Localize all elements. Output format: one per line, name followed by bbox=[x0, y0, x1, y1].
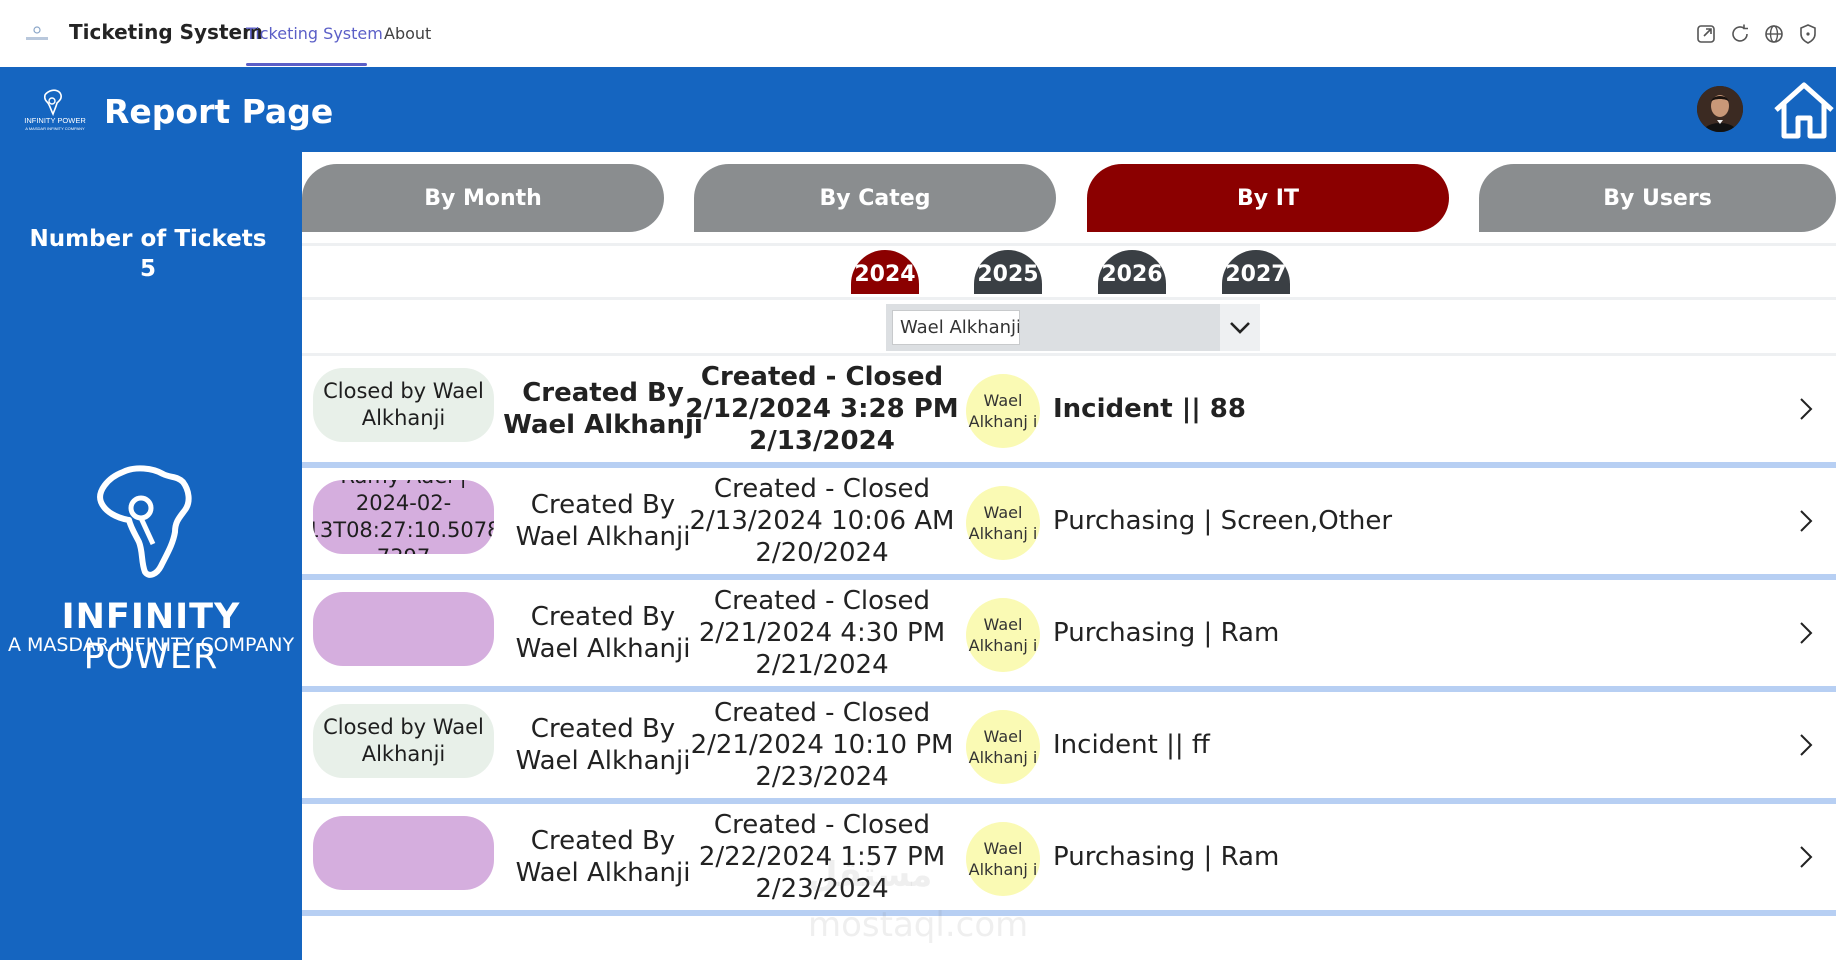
created-by: Created By Wael Alkhanji bbox=[492, 468, 714, 574]
dropdown-toggle[interactable] bbox=[1220, 304, 1260, 351]
created-by-label: Created By bbox=[530, 602, 676, 632]
created-by: Created By Wael Alkhanji bbox=[492, 580, 714, 686]
assignee-badge: Wael Alkhanj i bbox=[966, 598, 1040, 672]
logo-text: INFINITY POWER bbox=[24, 116, 86, 125]
globe-icon[interactable] bbox=[1762, 22, 1786, 46]
chevron-right-icon[interactable] bbox=[1794, 618, 1818, 648]
created-by-name: Wael Alkhanji bbox=[515, 858, 691, 888]
watermark-arabic: مستقل bbox=[808, 855, 933, 895]
tickets-count-label: Number of Tickets bbox=[29, 226, 267, 252]
created-by: Created By Wael Alkhanji bbox=[492, 356, 714, 462]
created-by-label: Created By bbox=[530, 714, 676, 744]
avatar[interactable] bbox=[1697, 86, 1743, 132]
app-logo-icon bbox=[26, 26, 48, 40]
chevron-right-icon[interactable] bbox=[1794, 506, 1818, 536]
closed-date: 2/23/2024 bbox=[755, 762, 889, 792]
it-user-dropdown[interactable]: Wael Alkhanji bbox=[886, 304, 1260, 351]
divider bbox=[302, 243, 1836, 246]
dates-label: Created - Closed bbox=[700, 362, 944, 392]
year-2024-button[interactable]: 2024 bbox=[851, 250, 919, 294]
chevron-right-icon[interactable] bbox=[1794, 394, 1818, 424]
ticket-dates: Created - Closed 2/21/2024 10:10 PM 2/23/2… bbox=[691, 692, 954, 798]
created-by-label: Created By bbox=[530, 490, 676, 520]
created-date: 2/13/2024 10:06 AM bbox=[689, 506, 955, 536]
report-header: INFINITY POWER A MASDAR INFINITY COMPANY… bbox=[0, 67, 1836, 152]
ticket-row[interactable]: Created By Wael Alkhanji Created - Closed… bbox=[302, 804, 1836, 916]
tab-by-it[interactable]: By IT bbox=[1087, 164, 1449, 232]
popout-icon[interactable] bbox=[1694, 22, 1718, 46]
chevron-right-icon[interactable] bbox=[1794, 730, 1818, 760]
created-by-name: Wael Alkhanji bbox=[515, 522, 691, 552]
assignee-badge: Wael Alkhanj i bbox=[966, 710, 1040, 784]
created-by-label: Created By bbox=[530, 826, 676, 856]
dates-label: Created - Closed bbox=[713, 474, 931, 504]
user-photo-icon bbox=[1697, 86, 1743, 132]
shield-icon[interactable] bbox=[1796, 22, 1820, 46]
app-title: Ticketing System bbox=[69, 20, 263, 44]
created-date: 2/21/2024 10:10 PM bbox=[690, 730, 954, 760]
active-tab-indicator bbox=[246, 63, 367, 66]
created-by-name: Wael Alkhanji bbox=[503, 410, 703, 440]
created-by: Created By Wael Alkhanji bbox=[492, 692, 714, 798]
ticket-dates: Created - Closed 2/21/2024 4:30 PM 2/21/20… bbox=[699, 580, 945, 686]
status-badge bbox=[313, 592, 494, 666]
tab-by-month[interactable]: By Month bbox=[302, 164, 664, 232]
ticket-row[interactable]: Closed by Wael Alkhanji Created By Wael A… bbox=[302, 692, 1836, 804]
ticket-subject: Purchasing | Ram bbox=[1053, 842, 1280, 872]
ticket-subject: Incident || 88 bbox=[1053, 394, 1246, 424]
refresh-icon[interactable] bbox=[1728, 22, 1752, 46]
ticket-subject: Incident || ff bbox=[1053, 730, 1210, 760]
created-by: Created By Wael Alkhanji bbox=[492, 804, 714, 910]
dates-label: Created - Closed bbox=[713, 810, 931, 840]
status-badge: Ramy Adel | 2024-02-13T08:27:10.5078 739… bbox=[313, 480, 494, 554]
ticket-subject: Purchasing | Screen,Other bbox=[1053, 506, 1393, 536]
ticket-dates: Created - Closed 2/12/2024 3:28 PM 2/13/20… bbox=[685, 356, 958, 462]
tab-by-category[interactable]: By Categ bbox=[694, 164, 1056, 232]
ticket-dates: Created - Closed 2/13/2024 10:06 AM 2/20/2… bbox=[690, 468, 955, 574]
tab-about[interactable]: About bbox=[384, 24, 431, 43]
created-by-name: Wael Alkhanji bbox=[515, 634, 691, 664]
page-title: Report Page bbox=[104, 92, 334, 131]
main-panel: By Month By Categ By IT By Users 2024 20… bbox=[302, 152, 1836, 960]
assignee-badge: Wael Alkhanj i bbox=[966, 374, 1040, 448]
home-icon[interactable] bbox=[1772, 80, 1836, 140]
company-logo-icon: INFINITY POWER A MASDAR INFINITY COMPANY bbox=[24, 89, 86, 131]
created-date: 2/21/2024 4:30 PM bbox=[698, 618, 946, 648]
teams-top-bar: Ticketing System Ticketing System About bbox=[0, 0, 1836, 67]
year-2026-button[interactable]: 2026 bbox=[1098, 250, 1166, 294]
closed-date: 2/13/2024 bbox=[749, 426, 895, 456]
divider bbox=[302, 297, 1836, 300]
created-by-label: Created By bbox=[522, 378, 684, 408]
year-2025-button[interactable]: 2025 bbox=[974, 250, 1042, 294]
status-badge: Closed by Wael Alkhanji bbox=[313, 704, 494, 778]
ticket-row[interactable]: Closed by Wael Alkhanji Created By Wael A… bbox=[302, 356, 1836, 468]
year-2027-button[interactable]: 2027 bbox=[1222, 250, 1290, 294]
tab-ticketing-system[interactable]: Ticketing System bbox=[246, 24, 383, 43]
sidebar: Number of Tickets 5 INFINITY POWER A MAS… bbox=[0, 152, 302, 960]
ticket-row[interactable]: Created By Wael Alkhanji Created - Closed… bbox=[302, 580, 1836, 692]
watermark-url: mostaql.com bbox=[808, 905, 1029, 945]
status-badge bbox=[313, 816, 494, 890]
dropdown-selected-value[interactable]: Wael Alkhanji bbox=[892, 310, 1020, 345]
brand-name-bold: INFINITY bbox=[61, 597, 241, 637]
closed-date: 2/20/2024 bbox=[755, 538, 889, 568]
closed-date: 2/21/2024 bbox=[755, 650, 889, 680]
row-divider bbox=[302, 910, 1836, 916]
chevron-right-icon[interactable] bbox=[1794, 842, 1818, 872]
ticket-subject: Purchasing | Ram bbox=[1053, 618, 1280, 648]
created-date: 2/12/2024 3:28 PM bbox=[685, 394, 959, 424]
dates-label: Created - Closed bbox=[713, 698, 931, 728]
tickets-count-value: 5 bbox=[139, 256, 156, 282]
logo-subtext: A MASDAR INFINITY COMPANY bbox=[25, 126, 85, 131]
brand-subtitle: A MASDAR INFINITY COMPANY bbox=[7, 634, 295, 656]
africa-logo-icon bbox=[97, 465, 192, 578]
chevron-down-icon bbox=[1230, 321, 1250, 334]
ticket-row[interactable]: Ramy Adel | 2024-02-13T08:27:10.5078 739… bbox=[302, 468, 1836, 580]
assignee-badge: Wael Alkhanj i bbox=[966, 822, 1040, 896]
tab-by-users[interactable]: By Users bbox=[1479, 164, 1836, 232]
created-by-name: Wael Alkhanji bbox=[515, 746, 691, 776]
dates-label: Created - Closed bbox=[713, 586, 931, 616]
status-badge: Closed by Wael Alkhanji bbox=[313, 368, 494, 442]
assignee-badge: Wael Alkhanj i bbox=[966, 486, 1040, 560]
